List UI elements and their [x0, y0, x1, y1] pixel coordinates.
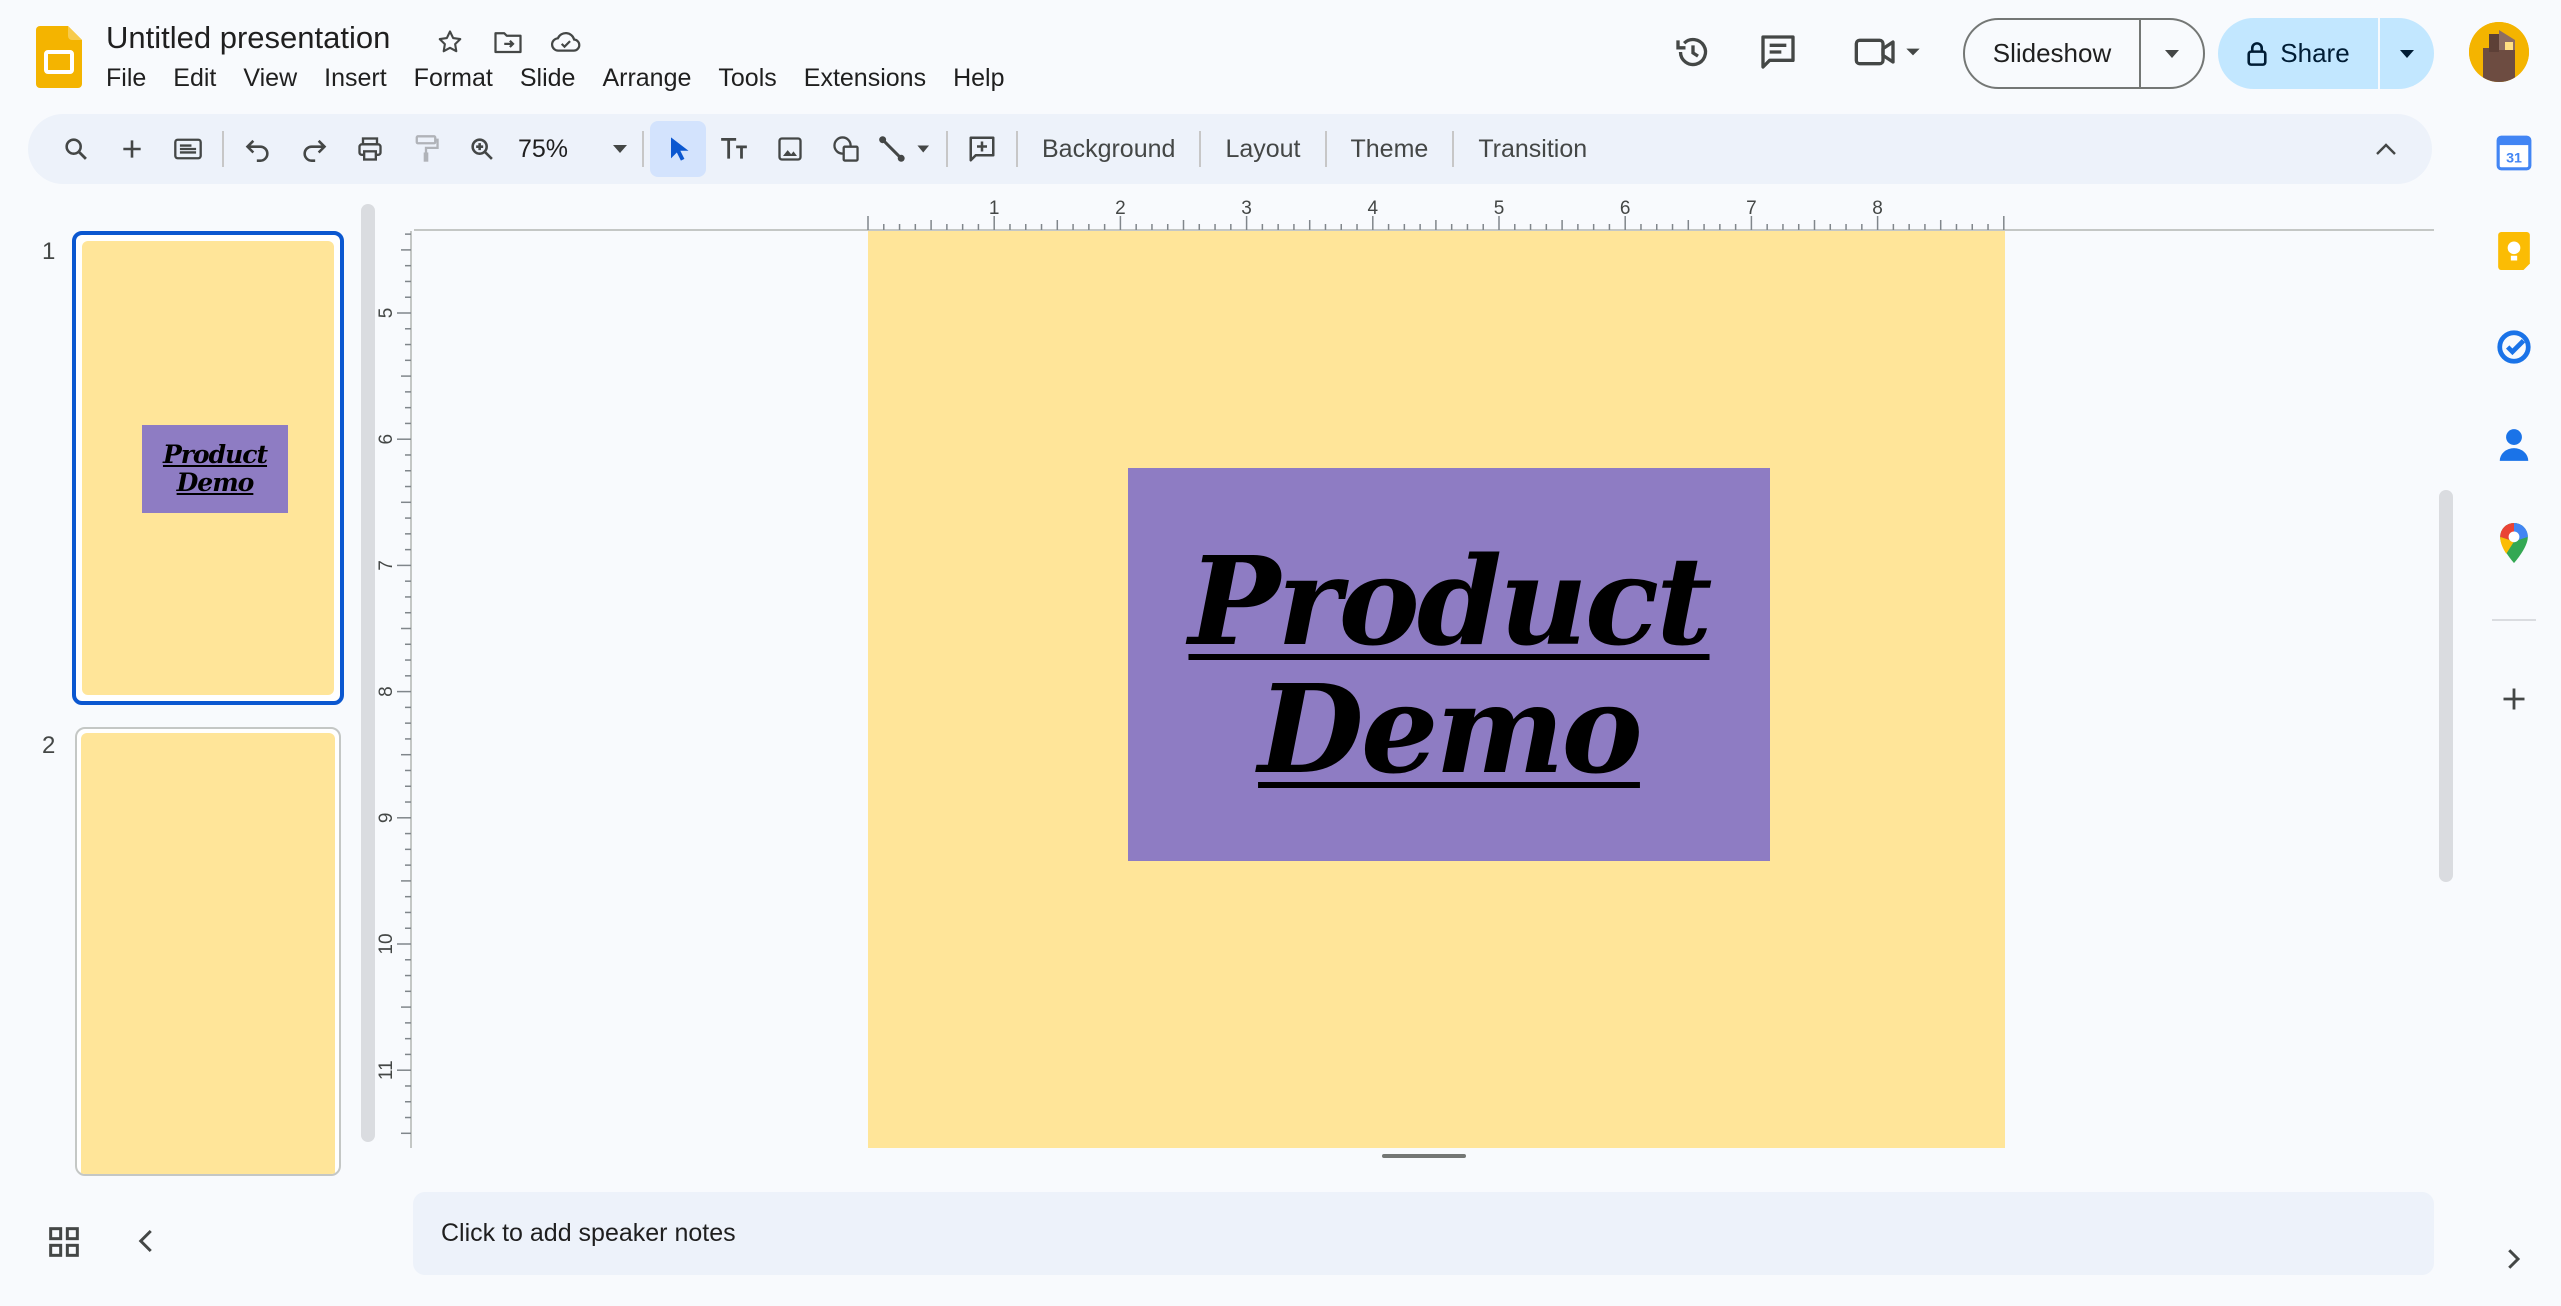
- collapse-toolbar-icon[interactable]: [2358, 121, 2414, 177]
- layout-button[interactable]: Layout: [1207, 135, 1318, 164]
- tasks-icon[interactable]: [2487, 320, 2541, 374]
- menu-help[interactable]: Help: [953, 64, 1017, 93]
- share-label: Share: [2280, 38, 2350, 68]
- slideshow-label[interactable]: Slideshow: [1965, 20, 2141, 87]
- share-button[interactable]: Share: [2218, 18, 2434, 89]
- slideshow-dropdown-icon[interactable]: [2141, 20, 2203, 87]
- filmstrip-scrollbar[interactable]: [361, 204, 375, 1142]
- horizontal-ruler: 1 2 3 4 5 6 7 8: [414, 198, 2434, 231]
- insert-image-icon[interactable]: [762, 121, 818, 177]
- paint-format-icon[interactable]: [398, 121, 454, 177]
- slide-title-line2: Demo: [1258, 656, 1643, 801]
- show-side-panel-icon[interactable]: [2498, 1244, 2528, 1274]
- ruler-label: 1: [989, 198, 1000, 219]
- ruler-label: 3: [1241, 198, 1252, 219]
- ruler-label: 8: [378, 686, 397, 697]
- ruler-label: 2: [1115, 198, 1126, 219]
- ruler-label: 7: [378, 560, 397, 571]
- thumbnail-title-line1: Product: [162, 440, 268, 469]
- slide-thumbnail-2[interactable]: [75, 727, 341, 1176]
- share-dropdown-icon[interactable]: [2380, 18, 2434, 89]
- toolbar: 75% Background Layout Theme Transition: [28, 114, 2432, 184]
- transition-button[interactable]: Transition: [1460, 135, 1605, 164]
- undo-icon[interactable]: [230, 121, 286, 177]
- grid-view-icon[interactable]: [44, 1222, 84, 1262]
- menu-extensions[interactable]: Extensions: [804, 64, 939, 93]
- menu-bar: File Edit View Insert Format Slide Arran…: [106, 64, 1032, 93]
- ruler-label: 8: [1872, 198, 1883, 219]
- menu-edit[interactable]: Edit: [173, 64, 229, 93]
- ruler-label: 7: [1746, 198, 1757, 219]
- speaker-notes[interactable]: Click to add speaker notes: [413, 1192, 2434, 1275]
- ruler-label: 11: [378, 1060, 397, 1080]
- menu-view[interactable]: View: [243, 64, 310, 93]
- zoom-value: 75%: [518, 134, 569, 163]
- zoom-icon[interactable]: [454, 121, 510, 177]
- text-box-icon[interactable]: [706, 121, 762, 177]
- document-title[interactable]: Untitled presentation: [106, 20, 390, 56]
- comments-icon[interactable]: [1750, 24, 1806, 80]
- slide-number: 2: [42, 732, 56, 759]
- line-icon[interactable]: [874, 121, 940, 177]
- slide-layout-icon[interactable]: [160, 121, 216, 177]
- version-history-icon[interactable]: [1665, 24, 1721, 80]
- canvas-scrollbar[interactable]: [2439, 490, 2453, 882]
- new-slide-icon[interactable]: [104, 121, 160, 177]
- ruler-label: 6: [378, 434, 397, 445]
- notes-resize-handle[interactable]: [1382, 1154, 1466, 1158]
- background-button[interactable]: Background: [1024, 135, 1193, 164]
- add-icon[interactable]: [2487, 672, 2541, 726]
- search-menus-icon[interactable]: [48, 121, 104, 177]
- move-folder-icon[interactable]: [490, 24, 526, 60]
- theme-button[interactable]: Theme: [1333, 135, 1447, 164]
- slide-number: 1: [42, 238, 56, 265]
- thumbnail-title-box: Product Demo: [142, 425, 288, 513]
- account-avatar[interactable]: [2469, 22, 2529, 82]
- slide-title-line1: Product: [1188, 528, 1712, 673]
- thumbnail-title-line2: Demo: [176, 468, 255, 497]
- menu-file[interactable]: File: [106, 64, 159, 93]
- speaker-notes-placeholder: Click to add speaker notes: [441, 1219, 736, 1247]
- add-comment-icon[interactable]: [954, 121, 1010, 177]
- menu-insert[interactable]: Insert: [324, 64, 400, 93]
- ruler-label: 6: [1620, 198, 1631, 219]
- ruler-label: 10: [378, 933, 397, 954]
- ruler-label: 5: [378, 308, 397, 319]
- ruler-label: 4: [1368, 198, 1379, 219]
- select-tool-icon[interactable]: [650, 121, 706, 177]
- zoom-select[interactable]: 75%: [510, 135, 636, 164]
- ruler-label: 9: [378, 813, 397, 824]
- keep-icon[interactable]: [2487, 224, 2541, 278]
- chevron-down-icon: [612, 144, 628, 154]
- ruler-label: 5: [1494, 198, 1505, 219]
- cloud-saved-icon[interactable]: [548, 24, 584, 60]
- menu-slide[interactable]: Slide: [520, 64, 589, 93]
- vertical-ruler: 5 6 7 8 9 10 11: [378, 231, 412, 1148]
- print-icon[interactable]: [342, 121, 398, 177]
- slide-title-box[interactable]: Product Demo: [1128, 468, 1770, 861]
- lock-icon: [2246, 41, 2268, 67]
- meet-call-icon[interactable]: [1848, 24, 1928, 80]
- redo-icon[interactable]: [286, 121, 342, 177]
- collapse-filmstrip-icon[interactable]: [132, 1226, 162, 1256]
- slideshow-button[interactable]: Slideshow: [1963, 18, 2205, 89]
- menu-tools[interactable]: Tools: [718, 64, 789, 93]
- star-icon[interactable]: [432, 24, 468, 60]
- svg-text:31: 31: [2506, 151, 2522, 167]
- calendar-icon[interactable]: 31: [2487, 126, 2541, 180]
- shape-icon[interactable]: [818, 121, 874, 177]
- slide-thumbnail-1[interactable]: Product Demo: [72, 231, 344, 705]
- contacts-icon[interactable]: [2487, 418, 2541, 472]
- menu-arrange[interactable]: Arrange: [602, 64, 704, 93]
- slides-logo[interactable]: [36, 26, 82, 88]
- maps-icon[interactable]: [2487, 516, 2541, 570]
- menu-format[interactable]: Format: [414, 64, 506, 93]
